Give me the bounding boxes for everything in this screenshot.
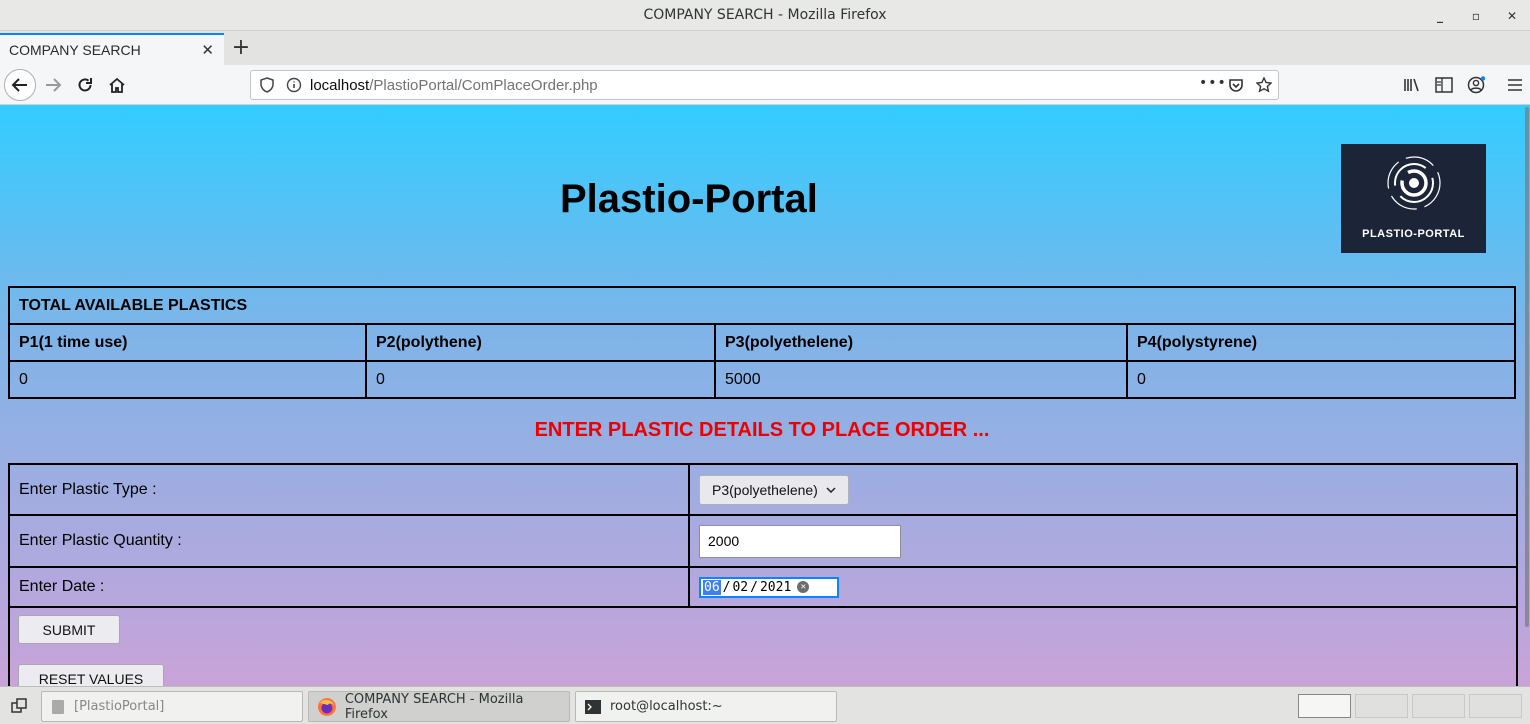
order-form-table: Enter Plastic Type : P3(polyethelene) En… [8, 463, 1518, 686]
file-manager-icon [52, 699, 64, 714]
column-header: P2(polythene) [365, 323, 716, 362]
plastic-type-value: P3(polyethelene) [712, 481, 818, 498]
show-desktop-icon[interactable] [10, 697, 28, 715]
date-cell: 06 / 02 / 2021 ✕ [688, 566, 1518, 608]
date-input[interactable]: 06 / 02 / 2021 ✕ [699, 576, 839, 598]
column-header: P4(polystyrene) [1126, 323, 1516, 362]
navigation-toolbar: localhost/PlastioPortal/ComPlaceOrder.ph… [0, 65, 1530, 105]
home-button[interactable] [101, 69, 133, 101]
date-day-segment[interactable]: 02 [732, 580, 748, 595]
tab-strip: COMPANY SEARCH ✕ + [0, 31, 1530, 65]
swirl-logo-icon [1387, 156, 1441, 210]
plastic-type-cell: P3(polyethelene) [688, 463, 1518, 516]
logo-text: PLASTIO-PORTAL [1362, 228, 1465, 240]
page-content: Plastio-Portal PLASTIO-PORTAL TOTAL AVAI… [0, 105, 1530, 686]
submit-button[interactable]: SUBMIT [18, 615, 120, 644]
workspace-3[interactable] [1412, 694, 1465, 718]
window-titlebar: COMPANY SEARCH - Mozilla Firefox _ ▫ ✕ [0, 0, 1530, 31]
order-heading: ENTER PLASTIC DETAILS TO PLACE ORDER ... [534, 419, 990, 441]
workspace-4[interactable] [1469, 694, 1522, 718]
reload-button[interactable] [69, 69, 101, 101]
available-plastics-table: TOTAL AVAILABLE PLASTICS P1(1 time use) … [8, 286, 1516, 399]
scrollbar-thumb[interactable] [1525, 107, 1529, 627]
back-button[interactable] [4, 69, 36, 101]
reload-icon [78, 78, 92, 92]
clear-date-icon[interactable]: ✕ [797, 581, 810, 593]
taskbar-item-label: COMPANY SEARCH - Mozilla Firefox [344, 691, 524, 722]
taskbar-item-firefox[interactable]: COMPANY SEARCH - Mozilla Firefox [308, 691, 570, 722]
page-actions-icon[interactable]: ••• [1199, 75, 1227, 91]
table-row: Enter Plastic Quantity : 2000 [8, 514, 1518, 568]
workspace-2[interactable] [1355, 694, 1408, 718]
taskbar: [PlastioPortal] COMPANY SEARCH - Mozilla… [0, 686, 1530, 724]
taskbar-item-label: [PlastioPortal] [74, 699, 165, 714]
back-arrow-icon [11, 78, 27, 92]
date-month-segment[interactable]: 06 [703, 579, 721, 595]
chevron-down-icon [826, 486, 836, 493]
date-separator: / [722, 579, 731, 595]
plastic-type-select[interactable]: P3(polyethelene) [699, 474, 849, 505]
table-row: Enter Date : 06 / 02 / 2021 ✕ [8, 566, 1518, 608]
plastic-type-label: Enter Plastic Type : [8, 463, 690, 516]
tab-label: COMPANY SEARCH [9, 42, 141, 58]
table-row: P1(1 time use) P2(polythene) P3(polyethe… [8, 323, 1516, 362]
library-icon[interactable] [1403, 77, 1421, 93]
reset-values-button[interactable]: RESET VALUES [18, 664, 164, 686]
tab-close-icon[interactable]: ✕ [201, 41, 214, 59]
column-header: P1(1 time use) [8, 323, 367, 362]
taskbar-item-label: root@localhost:~ [610, 699, 723, 714]
info-icon[interactable] [286, 77, 302, 93]
sidebar-icon[interactable] [1435, 77, 1453, 93]
plastic-quantity-cell: 2000 [688, 514, 1518, 568]
shield-icon[interactable] [259, 77, 275, 93]
logo: PLASTIO-PORTAL [1341, 144, 1486, 253]
date-label: Enter Date : [8, 566, 690, 608]
url-host: localhost [310, 77, 370, 94]
table-row: 0 0 5000 0 [8, 360, 1516, 399]
url-text[interactable]: localhost/PlastioPortal/ComPlaceOrder.ph… [310, 77, 598, 94]
date-year-segment[interactable]: 2021 [760, 580, 791, 595]
minimize-button[interactable]: _ [1432, 8, 1448, 24]
table-cell: 0 [365, 360, 716, 399]
url-path: /PlastioPortal/ComPlaceOrder.php [369, 77, 598, 94]
workspace-1[interactable] [1298, 694, 1351, 718]
pocket-icon[interactable] [1228, 77, 1244, 93]
page-scrollbar[interactable] [1524, 105, 1530, 686]
tab-company-search[interactable]: COMPANY SEARCH ✕ [0, 33, 224, 65]
table-cell: 5000 [714, 360, 1128, 399]
home-icon [109, 77, 125, 93]
firefox-icon [317, 697, 336, 716]
url-bar[interactable]: localhost/PlastioPortal/ComPlaceOrder.ph… [250, 70, 1279, 100]
account-icon[interactable] [1467, 76, 1485, 94]
bookmark-star-icon[interactable] [1256, 77, 1272, 93]
close-window-button[interactable]: ✕ [1504, 8, 1520, 24]
plastic-quantity-label: Enter Plastic Quantity : [8, 514, 690, 568]
table-row: Enter Plastic Type : P3(polyethelene) [8, 463, 1518, 516]
form-actions-cell [8, 606, 1518, 686]
maximize-button[interactable]: ▫ [1468, 8, 1484, 24]
taskbar-item-plastioportal[interactable]: [PlastioPortal] [41, 691, 303, 722]
taskbar-item-terminal[interactable]: root@localhost:~ [575, 691, 837, 722]
window-title: COMPANY SEARCH - Mozilla Firefox [643, 7, 887, 23]
forward-arrow-icon [46, 78, 62, 92]
table-cell: 0 [8, 360, 367, 399]
page-title: Plastio-Portal [560, 177, 818, 221]
column-header: P3(polyethelene) [714, 323, 1128, 362]
plastic-quantity-input[interactable]: 2000 [699, 524, 901, 558]
forward-button[interactable] [37, 69, 69, 101]
window-controls: _ ▫ ✕ [1432, 0, 1520, 31]
table-row [8, 606, 1518, 686]
table-cell: 0 [1126, 360, 1516, 399]
menu-icon[interactable] [1507, 77, 1523, 93]
new-tab-button[interactable]: + [231, 36, 251, 60]
table-heading: TOTAL AVAILABLE PLASTICS [8, 286, 1516, 325]
date-separator: / [750, 579, 758, 595]
table-row: TOTAL AVAILABLE PLASTICS [8, 286, 1516, 325]
terminal-icon [585, 699, 601, 714]
